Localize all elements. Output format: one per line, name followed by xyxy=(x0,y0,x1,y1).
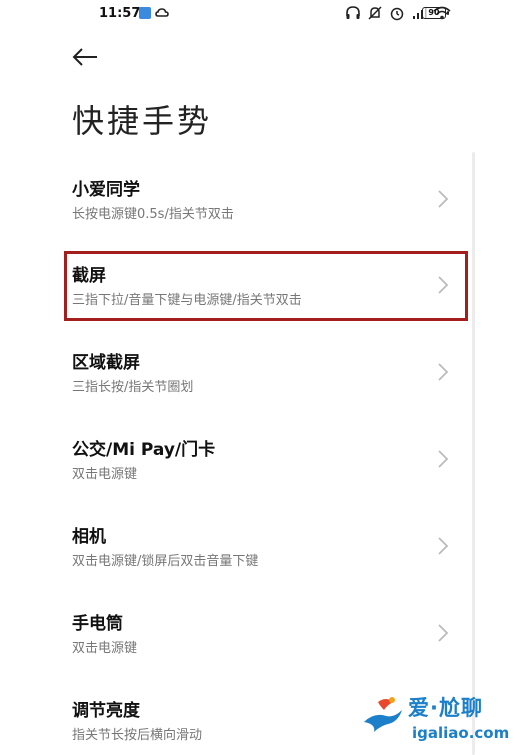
battery-level: 90 xyxy=(428,8,440,17)
item-title: 公交/Mi Pay/门卡 xyxy=(72,440,216,460)
back-arrow-icon xyxy=(72,48,97,66)
item-title: 手电筒 xyxy=(72,614,123,634)
alarm-icon xyxy=(390,7,404,21)
item-description: 三指长按/指关节圈划 xyxy=(72,380,194,395)
chevron-right-icon xyxy=(438,276,449,294)
mute-icon xyxy=(368,6,382,20)
status-time: 11:57 xyxy=(99,6,141,21)
chevron-right-icon xyxy=(438,624,449,642)
watermark-title: 爱·尬聊 xyxy=(408,696,483,720)
scrollbar[interactable] xyxy=(472,152,475,755)
item-description: 三指下拉/音量下键与电源键/指关节双击 xyxy=(72,293,302,308)
list-item-region-screenshot[interactable]: 区域截屏 三指长按/指关节圈划 xyxy=(64,338,468,408)
list-item-screenshot[interactable]: 截屏 三指下拉/音量下键与电源键/指关节双击 xyxy=(64,251,468,321)
page-title: 快捷手势 xyxy=(72,102,213,140)
chevron-right-icon xyxy=(438,450,449,468)
watermark-logo-icon xyxy=(364,697,402,732)
cloud-icon xyxy=(155,8,169,17)
item-title: 截屏 xyxy=(72,266,106,286)
chevron-right-icon xyxy=(438,363,449,381)
chevron-right-icon xyxy=(438,190,449,208)
battery-icon: 90 xyxy=(422,7,449,19)
item-description: 双击电源键 xyxy=(72,467,138,482)
item-title: 小爱同学 xyxy=(72,180,140,200)
item-title: 区域截屏 xyxy=(72,353,140,373)
status-bar: 11:57 90 xyxy=(0,0,523,28)
list-item-camera[interactable]: 相机 双击电源键/锁屏后双击音量下键 xyxy=(64,512,468,582)
item-description: 双击电源键 xyxy=(72,641,138,656)
list-item-xiaoai[interactable]: 小爱同学 长按电源键0.5s/指关节双击 xyxy=(64,165,468,235)
watermark: 爱·尬聊 igaliao.com xyxy=(360,690,520,750)
item-description: 指关节长按后横向滑动 xyxy=(72,728,203,743)
list-item-mi-pay[interactable]: 公交/Mi Pay/门卡 双击电源键 xyxy=(64,425,468,495)
item-title: 调节亮度 xyxy=(72,701,140,721)
item-description: 双击电源键/锁屏后双击音量下键 xyxy=(72,554,259,569)
item-title: 相机 xyxy=(72,527,106,547)
item-description: 长按电源键0.5s/指关节双击 xyxy=(72,207,234,222)
headphones-icon xyxy=(346,6,360,19)
watermark-url: igaliao.com xyxy=(412,724,510,742)
chevron-right-icon xyxy=(438,537,449,555)
app-notification-icon xyxy=(139,7,151,19)
list-item-flashlight[interactable]: 手电筒 双击电源键 xyxy=(64,599,468,669)
back-button[interactable] xyxy=(72,44,102,70)
